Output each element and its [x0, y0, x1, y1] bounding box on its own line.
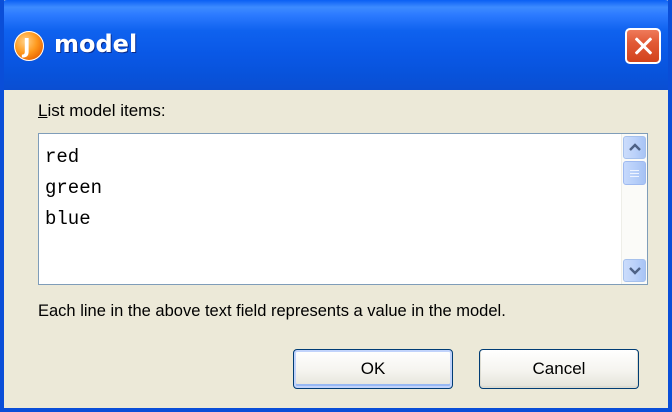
scroll-down-button[interactable]	[623, 259, 646, 282]
close-icon[interactable]	[625, 28, 661, 64]
list-item: blue	[45, 208, 91, 230]
list-model-items-label: List model items:	[38, 101, 166, 121]
list-item: green	[45, 177, 103, 199]
cancel-button[interactable]: Cancel	[479, 349, 639, 389]
label-text: ist model items:	[47, 101, 166, 120]
chevron-down-icon	[629, 267, 641, 275]
java-app-icon	[14, 31, 44, 61]
thumb-grip	[630, 173, 639, 174]
model-items-textarea[interactable]: red green blue	[38, 133, 648, 285]
title-bar[interactable]: model	[4, 0, 668, 90]
thumb-grip	[630, 170, 639, 171]
model-dialog: model List model items: red green blue	[0, 0, 672, 412]
window-title: model	[54, 30, 138, 58]
scroll-thumb[interactable]	[623, 161, 646, 185]
scroll-up-button[interactable]	[623, 136, 646, 159]
thumb-grip	[630, 176, 639, 177]
ok-button[interactable]: OK	[293, 349, 453, 389]
list-item: red	[45, 146, 80, 168]
help-text: Each line in the above text field repres…	[38, 302, 506, 320]
vertical-scrollbar[interactable]	[621, 134, 647, 284]
textarea-content[interactable]: red green blue	[45, 142, 102, 235]
chevron-up-icon	[629, 143, 641, 151]
